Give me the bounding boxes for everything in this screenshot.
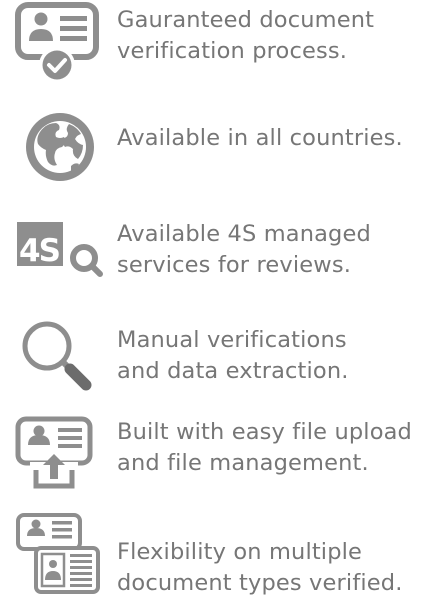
feature-text: Built with easy file upload and file man… (117, 417, 412, 479)
feature-item-verification: Gauranteed document verification process… (0, 0, 437, 100)
feature-text: Manual verifications and data extraction… (117, 325, 349, 387)
feature-text: Available in all countries. (117, 123, 403, 154)
feature-text-line1: Gauranteed document (117, 7, 375, 33)
feature-text-line1: Available 4S managed (117, 221, 371, 247)
feature-text-line1: Manual verifications (117, 327, 347, 353)
feature-item-file-upload: Built with easy file upload and file man… (0, 408, 437, 508)
feature-text-line2: and data extraction. (117, 358, 349, 384)
multiple-documents-icon (14, 512, 106, 594)
feature-text-line2: document types verified. (117, 570, 403, 596)
feature-text-line2: services for reviews. (117, 252, 351, 278)
4s-search-icon: 4S (14, 210, 106, 292)
feature-item-document-types: Flexibility on multiple document types v… (0, 510, 437, 598)
feature-item-manual-verification: Manual verifications and data extraction… (0, 305, 437, 405)
feature-text: Flexibility on multiple document types v… (117, 537, 403, 599)
magnifier-icon (14, 313, 106, 395)
4s-label: 4S (19, 233, 60, 269)
feature-text-line1: Built with easy file upload (117, 419, 412, 445)
file-upload-icon (14, 416, 106, 498)
verified-document-icon (14, 2, 106, 84)
feature-text-line2: and file management. (117, 450, 369, 476)
feature-item-countries: Available in all countries. (0, 100, 437, 200)
feature-item-managed-services: 4S Available 4S managed services for rev… (0, 200, 437, 300)
feature-text-line1: Available in all countries. (117, 125, 403, 151)
feature-text: Gauranteed document verification process… (117, 5, 374, 67)
feature-text: Available 4S managed services for review… (117, 219, 371, 281)
feature-text-line1: Flexibility on multiple (117, 539, 363, 565)
globe-icon (14, 106, 106, 188)
feature-text-line2: verification process. (117, 38, 348, 64)
